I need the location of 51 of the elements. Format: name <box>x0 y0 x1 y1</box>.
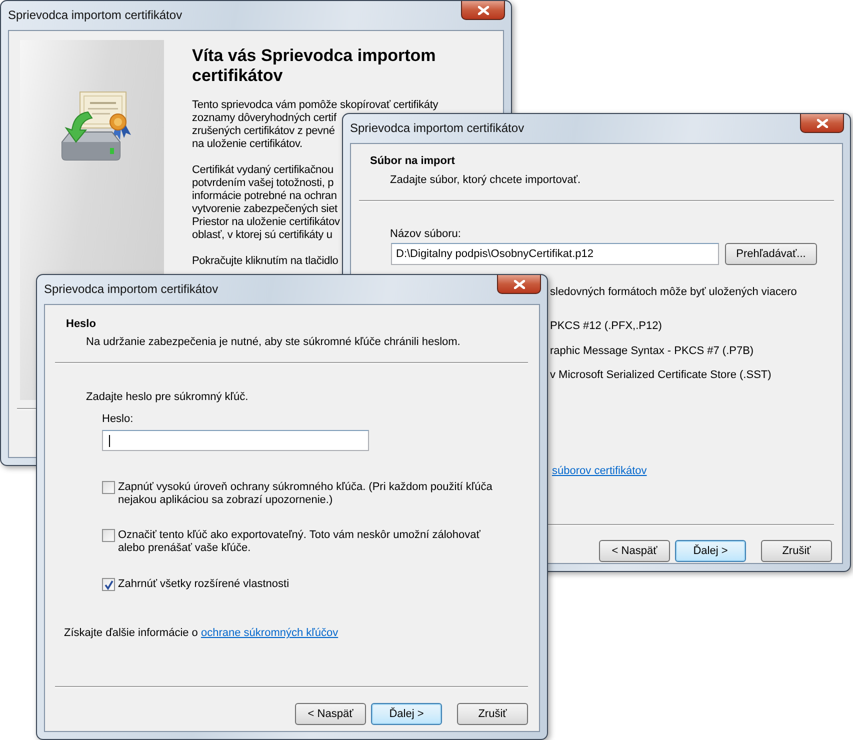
format-text: v Microsoft Serialized Certificate Store (.SST) <box>550 368 772 382</box>
wizard-button[interactable]: Zrušiť <box>761 540 832 562</box>
format-text: PKCS #12 (.PFX,.P12) <box>550 319 662 333</box>
text-line: Certifikát vydaný certifikačnou <box>192 164 334 177</box>
window-title: Sprievodca importom certifikátov <box>44 282 218 296</box>
section-subtitle: Zadajte súbor, ktorý chcete importovať. <box>390 173 581 187</box>
browse-button[interactable]: Prehľadávať... <box>725 243 817 265</box>
link[interactable]: súborov certifikátov <box>552 465 647 477</box>
info-text: Získajte ďalšie informácie o ochrane súkromných kľúčov <box>64 626 338 640</box>
password-field[interactable] <box>102 430 369 451</box>
close-icon <box>478 6 488 14</box>
checkbox[interactable] <box>102 578 115 591</box>
text-line: vytvorenie zabezpečených siet <box>192 203 338 216</box>
format-text: sledovných formátoch môže byť uložených viacero <box>550 285 797 299</box>
wizard-button[interactable]: Ďalej > <box>675 540 746 562</box>
checkbox-label: Označiť tento kľúč ako exportovateľný. Toto vám neskôr umožní zálohovať alebo prenášať vaše kľúče. <box>118 529 482 555</box>
checkbox-label: Zahrnúť všetky rozšírené vlastnosti <box>118 578 290 591</box>
text-line: Tento sprievodca vám pomôže skopírovať certifikáty <box>192 99 438 112</box>
close-icon <box>816 118 828 128</box>
link[interactable]: ochrane súkromných kľúčov <box>200 627 338 639</box>
field-label: Heslo: <box>102 412 134 426</box>
text-line: informácie potrebné na ochran <box>192 190 337 203</box>
prompt-text: Zadajte heslo pre súkromný kľúč. <box>86 390 248 404</box>
text-line: Priestor na uloženie certifikátov <box>192 216 340 229</box>
wizard-button[interactable]: < Naspäť <box>295 703 366 725</box>
wizard-button[interactable]: Ďalej > <box>371 703 442 725</box>
text-line: na uloženie certifikátov. <box>192 138 302 151</box>
heading: Víta vás Sprievodca importom certifikátov <box>192 46 437 86</box>
window-title: Sprievodca importom certifikátov <box>350 121 524 135</box>
close-button[interactable] <box>800 114 844 133</box>
text-line: Pokračujte kliknutím na tlačidlo <box>192 255 338 268</box>
close-icon <box>514 280 524 288</box>
wizard-button[interactable]: < Naspäť <box>599 540 670 562</box>
checkbox-label: Zapnúť vysokú úroveň ochrany súkromného kľúča. (Pri každom použití kľúča nejakou aplikáciou sa zobrazí upozornenie.) <box>118 481 494 507</box>
text-line: zoznamy dôveryhodných certif <box>192 112 336 125</box>
section-subtitle: Na udržanie zabezpečenia je nutné, aby ste súkromné kľúče chránili heslom. <box>86 335 460 349</box>
window-title: Sprievodca importom certifikátov <box>8 8 182 22</box>
file-name-field[interactable]: D:\Digitalny podpis\OsobnyCertifikat.p12 <box>391 243 719 265</box>
wizard-button[interactable]: Zrušiť <box>457 703 528 725</box>
text-line: zrušených certifikátov z pevné <box>192 125 335 138</box>
checkmark-icon <box>104 580 114 590</box>
checkbox[interactable] <box>102 529 115 542</box>
format-text: raphic Message Syntax - PKCS #7 (.P7B) <box>550 344 754 358</box>
close-button[interactable] <box>497 275 541 294</box>
text-line: oblasť, v ktorej sú certifikáty u <box>192 229 332 242</box>
checkbox[interactable] <box>102 481 115 494</box>
close-button[interactable] <box>461 1 505 20</box>
section-title: Heslo <box>66 317 96 331</box>
field-label: Názov súboru: <box>390 227 461 241</box>
section-title: Súbor na import <box>370 154 455 168</box>
text-line: potvrdením vašej totožnosti, p <box>192 177 334 190</box>
